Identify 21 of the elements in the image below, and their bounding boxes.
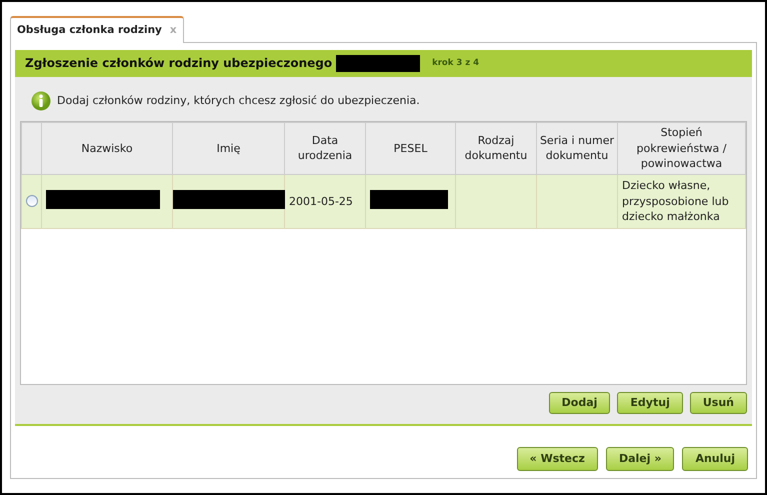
step-indicator: krok 3 z 4: [432, 56, 480, 70]
action-button[interactable]: « Wstecz: [516, 446, 598, 472]
table-cell: 2001-05-25: [284, 174, 366, 228]
action-button[interactable]: Dodaj: [548, 392, 610, 414]
action-button[interactable]: Edytuj: [617, 392, 683, 414]
tab[interactable]: Obsługa członka rodziny x: [10, 16, 184, 43]
action-button[interactable]: Anuluj: [682, 446, 748, 472]
info-message: Dodaj członków rodziny, których chcesz zgłosić do ubezpieczenia.: [57, 92, 420, 108]
table-cell: Dziecko własne, przysposobione lub dziecko małżonka: [618, 174, 746, 228]
action-button[interactable]: Dalej »: [606, 446, 674, 472]
column-header: Data urodzenia: [284, 122, 366, 174]
radio-button[interactable]: [26, 195, 38, 208]
column-header: Stopień pokrewieństwa / powinowactwa: [618, 122, 746, 174]
column-header: Imię: [172, 122, 284, 174]
column-header: Rodzaj dokumentu: [456, 122, 536, 174]
column-header: Seria i numer dokumentu: [536, 122, 618, 174]
info-icon: [31, 90, 51, 111]
panel-title: Zgłoszenie członków rodziny ubezpieczonego: [25, 55, 332, 72]
action-button[interactable]: Usuń: [690, 392, 747, 414]
column-header: Nazwisko: [42, 122, 172, 174]
column-header: PESEL: [366, 122, 456, 174]
